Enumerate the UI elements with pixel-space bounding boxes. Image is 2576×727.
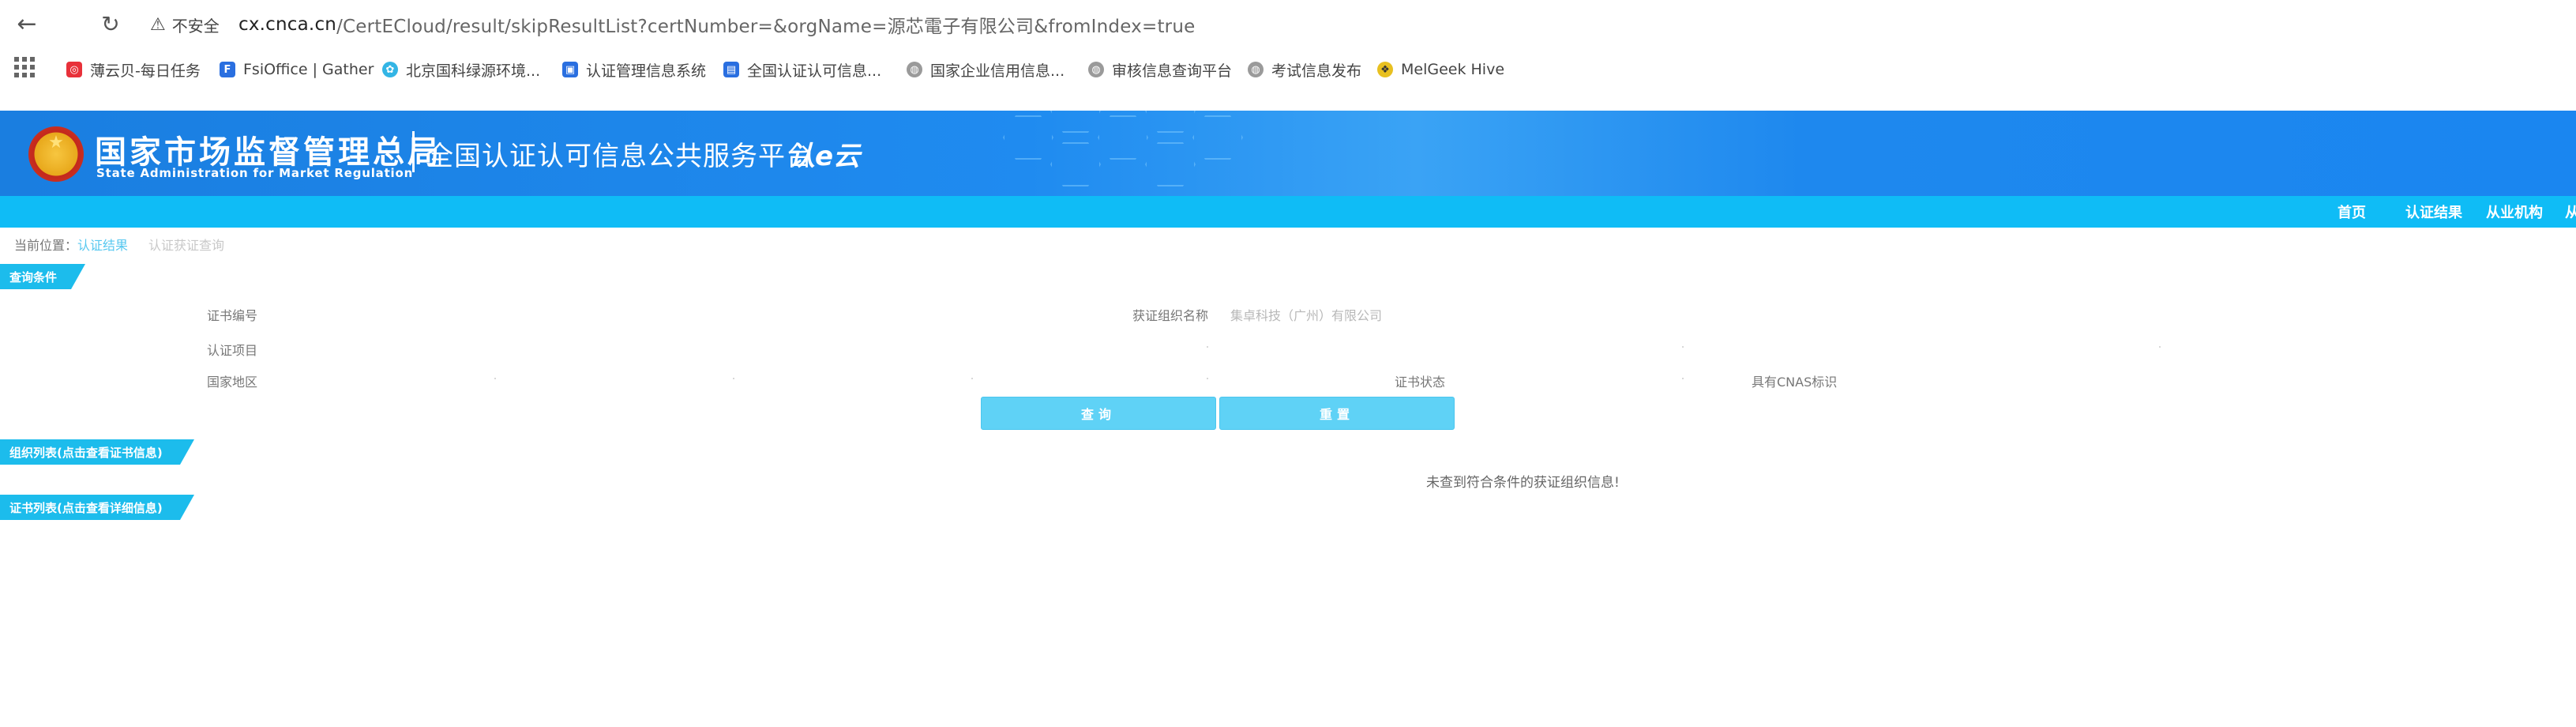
reset-button[interactable]: 重置 — [1219, 397, 1455, 430]
nav-item-cert-results[interactable]: 认证结果 — [2405, 196, 2462, 228]
back-arrow-icon[interactable]: ← — [11, 8, 43, 40]
bookmark-item[interactable]: ▤ 全国认证认可信息... — [723, 57, 881, 82]
browser-chrome: ← ↻ ⚠ 不安全 cx.cnca.cn/CertECloud/result/s… — [0, 0, 2576, 111]
gov-name-en: State Administration for Market Regulati… — [96, 166, 414, 180]
hexagon-decoration — [1145, 111, 1196, 133]
query-section-tab: 查询条件 — [0, 264, 85, 289]
url-path: /CertECloud/result/skipResultList?certNu… — [336, 17, 1196, 37]
globe-icon: ◍ — [907, 62, 922, 77]
breadcrumb: 当前位置： 认证结果 认证获证查询 — [14, 234, 224, 254]
globe-icon: ◍ — [1248, 62, 1264, 77]
field-divider — [1207, 378, 1208, 379]
breadcrumb-link[interactable]: 认证结果 — [77, 235, 128, 254]
bookmark-item[interactable]: F FsiOffice | Gather — [220, 57, 374, 82]
main-navbar: 首页 认证结果 从业机构 从 — [0, 196, 2576, 228]
bookmark-label: 认证管理信息系统 — [586, 62, 707, 80]
bookmark-item[interactable]: ◎ 薄云贝-每日任务 — [66, 57, 201, 82]
org-name-input[interactable]: 集卓科技（广州）有限公司 — [1230, 305, 1382, 324]
hexagon-decoration — [1098, 115, 1148, 160]
cert-number-label: 证书编号 — [207, 308, 258, 323]
hexagon-decoration — [1050, 111, 1101, 133]
bookmark-item[interactable]: ◍ 审核信息查询平台 — [1088, 57, 1232, 82]
cert-list-section-tab: 证书列表(点击查看详细信息) — [0, 495, 194, 520]
national-emblem-icon: ★ — [28, 126, 84, 182]
org-list-section-tab: 组织列表(点击查看证书信息) — [0, 439, 194, 465]
nav-item-home[interactable]: 首页 — [2338, 196, 2366, 228]
field-divider — [494, 378, 496, 379]
bookmark-label: 考试信息发布 — [1271, 62, 1362, 80]
url-field[interactable]: cx.cnca.cn/CertECloud/result/skipResultL… — [238, 11, 1195, 38]
address-bar-row: ← ↻ ⚠ 不安全 cx.cnca.cn/CertECloud/result/s… — [0, 0, 2576, 49]
bookmark-item[interactable]: ◍ 国家企业信用信息... — [907, 57, 1065, 82]
leaf-icon: ✿ — [382, 62, 398, 77]
bookmark-label: 北京国科绿源环境... — [406, 62, 541, 80]
header-divider — [412, 131, 415, 172]
field-divider — [971, 378, 973, 379]
nav-item-institutions[interactable]: 从业机构 — [2486, 196, 2543, 228]
bookmark-item[interactable]: ◍ 考试信息发布 — [1248, 57, 1361, 82]
search-button[interactable]: 查询 — [981, 397, 1216, 430]
platform-name: 全国认证认可信息公共服务平台 — [426, 141, 813, 172]
warning-triangle-icon: ⚠ — [150, 14, 166, 35]
field-divider — [1682, 346, 1684, 348]
platform-logo: 认e云 — [788, 141, 861, 172]
org-name-label: 获证组织名称 — [1132, 308, 1209, 323]
cert-project-label: 认证项目 — [207, 343, 258, 358]
globe-icon: ◍ — [1088, 62, 1104, 77]
field-divider — [733, 378, 734, 379]
bookmark-item[interactable]: ✿ 北京国科绿源环境... — [382, 57, 540, 82]
melgeek-icon: ❖ — [1377, 62, 1393, 77]
field-divider — [2159, 346, 2161, 348]
url-host: cx.cnca.cn — [238, 14, 337, 35]
nav-item-more[interactable]: 从 — [2565, 196, 2576, 228]
bookmark-label: FsiOffice | Gather — [243, 61, 374, 78]
bookmark-label: 全国认证认可信息... — [747, 62, 882, 80]
bookmark-item[interactable]: ❖ MelGeek Hive — [1377, 57, 1504, 82]
netease-icon: ◎ — [66, 62, 82, 77]
security-indicator[interactable]: ⚠ 不安全 — [150, 11, 220, 38]
reload-icon[interactable]: ↻ — [95, 8, 126, 40]
fsioffice-icon: F — [220, 62, 235, 77]
field-divider — [1207, 346, 1208, 348]
bookmark-label: 薄云贝-每日任务 — [90, 62, 201, 80]
region-label: 国家地区 — [207, 375, 258, 390]
apps-grid-icon[interactable] — [14, 57, 35, 77]
breadcrumb-prefix: 当前位置： — [14, 238, 78, 253]
cnas-label: 具有CNAS标识 — [1752, 375, 1838, 390]
insecure-label: 不安全 — [171, 16, 220, 36]
hexagon-decoration — [1192, 115, 1243, 160]
hexagon-decoration — [1145, 142, 1196, 186]
bookmark-label: 审核信息查询平台 — [1112, 62, 1233, 80]
hexagon-decoration — [1003, 115, 1053, 160]
bookmark-item[interactable]: ▣ 认证管理信息系统 — [562, 57, 706, 82]
doc-icon: ▣ — [562, 62, 578, 77]
hexagon-decoration — [1050, 142, 1101, 186]
empty-result-message: 未查到符合条件的获证组织信息! — [1426, 475, 1620, 491]
cert-status-label: 证书状态 — [1395, 375, 1446, 390]
breadcrumb-current: 认证获证查询 — [148, 238, 225, 253]
bookmark-label: MelGeek Hive — [1401, 61, 1505, 78]
bookmark-label: 国家企业信用信息... — [930, 62, 1065, 80]
cert-icon: ▤ — [723, 62, 739, 77]
site-banner: ★ 国家市场监督管理总局 State Administration for Ma… — [0, 111, 2576, 196]
field-divider — [1682, 378, 1684, 379]
